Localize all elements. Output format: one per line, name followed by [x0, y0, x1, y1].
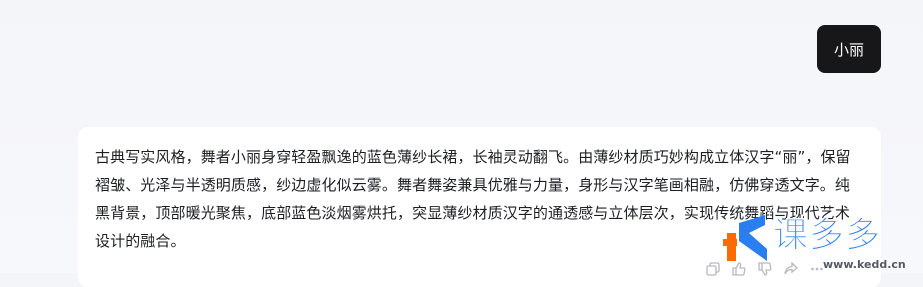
copy-icon[interactable]: [706, 262, 720, 276]
kedd-url-text: www.kedd.cn: [823, 258, 906, 271]
user-message-text: 小丽: [833, 40, 864, 59]
kedd-brand-text: 课多多: [773, 216, 882, 256]
kedd-logo-icon: [723, 215, 767, 261]
kedd-watermark: 课多多 www.kedd.cn: [723, 213, 923, 273]
user-message-bubble: 小丽: [817, 25, 881, 73]
